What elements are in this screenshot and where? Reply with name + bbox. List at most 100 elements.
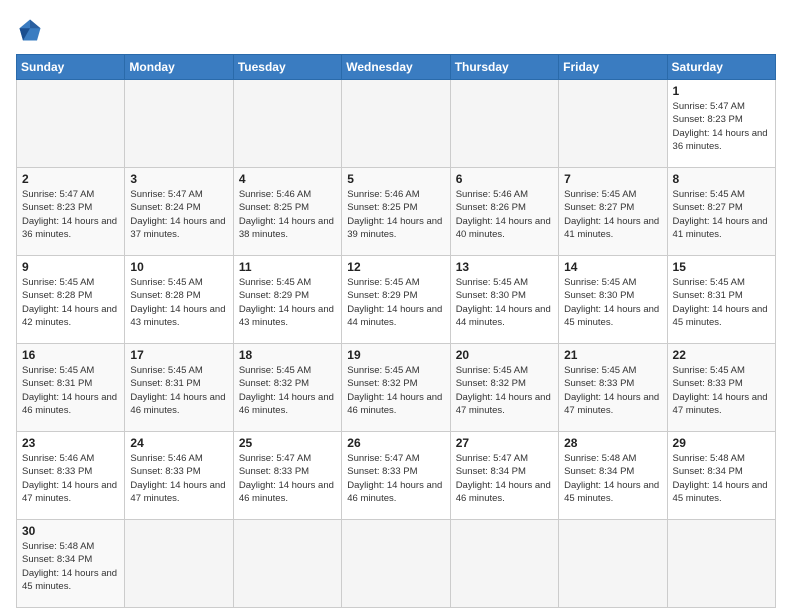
cell-details: Sunrise: 5:45 AMSunset: 8:31 PMDaylight:… [130, 364, 227, 417]
cell-details: Sunrise: 5:45 AMSunset: 8:27 PMDaylight:… [673, 188, 770, 241]
day-cell-11: 11 Sunrise: 5:45 AMSunset: 8:29 PMDayligh… [233, 256, 341, 344]
cell-details: Sunrise: 5:46 AMSunset: 8:25 PMDaylight:… [347, 188, 444, 241]
cell-details: Sunrise: 5:48 AMSunset: 8:34 PMDaylight:… [22, 540, 119, 593]
empty-cell [125, 520, 233, 608]
day-cell-16: 16 Sunrise: 5:45 AMSunset: 8:31 PMDayligh… [17, 344, 125, 432]
day-cell-21: 21Sunrise: 5:45 AMSunset: 8:33 PMDayligh… [559, 344, 667, 432]
day-cell-18: 18Sunrise: 5:45 AMSunset: 8:32 PMDayligh… [233, 344, 341, 432]
day-number: 1 [673, 84, 770, 98]
calendar-week-2: 2 Sunrise: 5:47 AMSunset: 8:23 PMDaylight… [17, 168, 776, 256]
day-number: 18 [239, 348, 336, 362]
day-number: 3 [130, 172, 227, 186]
day-header-sunday: Sunday [17, 55, 125, 80]
day-cell-22: 22Sunrise: 5:45 AMSunset: 8:33 PMDayligh… [667, 344, 775, 432]
day-cell-4: 4 Sunrise: 5:46 AMSunset: 8:25 PMDaylight… [233, 168, 341, 256]
day-number: 11 [239, 260, 336, 274]
cell-details: Sunrise: 5:45 AMSunset: 8:31 PMDaylight:… [22, 364, 119, 417]
day-number: 6 [456, 172, 553, 186]
calendar-week-6: 30 Sunrise: 5:48 AMSunset: 8:34 PMDayligh… [17, 520, 776, 608]
header [16, 16, 776, 44]
day-cell-24: 24Sunrise: 5:46 AMSunset: 8:33 PMDayligh… [125, 432, 233, 520]
empty-cell [450, 520, 558, 608]
calendar-week-4: 16 Sunrise: 5:45 AMSunset: 8:31 PMDayligh… [17, 344, 776, 432]
calendar-week-5: 23 Sunrise: 5:46 AMSunset: 8:33 PMDayligh… [17, 432, 776, 520]
logo [16, 16, 48, 44]
cell-details: Sunrise: 5:46 AMSunset: 8:33 PMDaylight:… [22, 452, 119, 505]
day-number: 29 [673, 436, 770, 450]
cell-details: Sunrise: 5:45 AMSunset: 8:33 PMDaylight:… [564, 364, 661, 417]
day-cell-10: 10Sunrise: 5:45 AMSunset: 8:28 PMDayligh… [125, 256, 233, 344]
day-number: 23 [22, 436, 119, 450]
cell-details: Sunrise: 5:45 AMSunset: 8:31 PMDaylight:… [673, 276, 770, 329]
empty-cell [667, 520, 775, 608]
cell-details: Sunrise: 5:45 AMSunset: 8:28 PMDaylight:… [22, 276, 119, 329]
day-number: 16 [22, 348, 119, 362]
empty-cell [233, 520, 341, 608]
day-number: 5 [347, 172, 444, 186]
day-cell-2: 2 Sunrise: 5:47 AMSunset: 8:23 PMDaylight… [17, 168, 125, 256]
day-number: 15 [673, 260, 770, 274]
empty-cell [233, 80, 341, 168]
day-cell-29: 29 Sunrise: 5:48 AMSunset: 8:34 PMDayligh… [667, 432, 775, 520]
cell-details: Sunrise: 5:47 AMSunset: 8:34 PMDaylight:… [456, 452, 553, 505]
day-number: 25 [239, 436, 336, 450]
day-number: 30 [22, 524, 119, 538]
day-number: 27 [456, 436, 553, 450]
cell-details: Sunrise: 5:47 AMSunset: 8:33 PMDaylight:… [239, 452, 336, 505]
cell-details: Sunrise: 5:48 AMSunset: 8:34 PMDaylight:… [564, 452, 661, 505]
page: SundayMondayTuesdayWednesdayThursdayFrid… [0, 0, 792, 612]
cell-details: Sunrise: 5:45 AMSunset: 8:28 PMDaylight:… [130, 276, 227, 329]
calendar-table: SundayMondayTuesdayWednesdayThursdayFrid… [16, 54, 776, 608]
day-number: 12 [347, 260, 444, 274]
cell-details: Sunrise: 5:46 AMSunset: 8:25 PMDaylight:… [239, 188, 336, 241]
day-cell-9: 9 Sunrise: 5:45 AMSunset: 8:28 PMDaylight… [17, 256, 125, 344]
cell-details: Sunrise: 5:45 AMSunset: 8:30 PMDaylight:… [456, 276, 553, 329]
day-number: 7 [564, 172, 661, 186]
day-number: 9 [22, 260, 119, 274]
empty-cell [450, 80, 558, 168]
cell-details: Sunrise: 5:47 AMSunset: 8:33 PMDaylight:… [347, 452, 444, 505]
cell-details: Sunrise: 5:45 AMSunset: 8:32 PMDaylight:… [347, 364, 444, 417]
day-number: 4 [239, 172, 336, 186]
cell-details: Sunrise: 5:45 AMSunset: 8:32 PMDaylight:… [456, 364, 553, 417]
day-number: 20 [456, 348, 553, 362]
day-cell-3: 3 Sunrise: 5:47 AMSunset: 8:24 PMDaylight… [125, 168, 233, 256]
day-cell-7: 7Sunrise: 5:45 AMSunset: 8:27 PMDaylight… [559, 168, 667, 256]
day-number: 13 [456, 260, 553, 274]
day-number: 17 [130, 348, 227, 362]
cell-details: Sunrise: 5:47 AMSunset: 8:24 PMDaylight:… [130, 188, 227, 241]
day-number: 28 [564, 436, 661, 450]
day-cell-19: 19Sunrise: 5:45 AMSunset: 8:32 PMDayligh… [342, 344, 450, 432]
day-number: 8 [673, 172, 770, 186]
empty-cell [125, 80, 233, 168]
empty-cell [17, 80, 125, 168]
calendar-week-3: 9 Sunrise: 5:45 AMSunset: 8:28 PMDaylight… [17, 256, 776, 344]
day-number: 26 [347, 436, 444, 450]
logo-icon [16, 16, 44, 44]
calendar-header-row: SundayMondayTuesdayWednesdayThursdayFrid… [17, 55, 776, 80]
day-cell-20: 20 Sunrise: 5:45 AMSunset: 8:32 PMDayligh… [450, 344, 558, 432]
day-cell-1: 1 Sunrise: 5:47 AMSunset: 8:23 PMDaylight… [667, 80, 775, 168]
day-cell-13: 13 Sunrise: 5:45 AMSunset: 8:30 PMDayligh… [450, 256, 558, 344]
cell-details: Sunrise: 5:45 AMSunset: 8:30 PMDaylight:… [564, 276, 661, 329]
cell-details: Sunrise: 5:48 AMSunset: 8:34 PMDaylight:… [673, 452, 770, 505]
cell-details: Sunrise: 5:45 AMSunset: 8:29 PMDaylight:… [239, 276, 336, 329]
day-cell-28: 28 Sunrise: 5:48 AMSunset: 8:34 PMDayligh… [559, 432, 667, 520]
calendar-week-1: 1 Sunrise: 5:47 AMSunset: 8:23 PMDaylight… [17, 80, 776, 168]
day-number: 2 [22, 172, 119, 186]
cell-details: Sunrise: 5:45 AMSunset: 8:29 PMDaylight:… [347, 276, 444, 329]
day-cell-14: 14Sunrise: 5:45 AMSunset: 8:30 PMDayligh… [559, 256, 667, 344]
day-cell-5: 5 Sunrise: 5:46 AMSunset: 8:25 PMDaylight… [342, 168, 450, 256]
empty-cell [559, 520, 667, 608]
day-header-tuesday: Tuesday [233, 55, 341, 80]
day-cell-25: 25 Sunrise: 5:47 AMSunset: 8:33 PMDayligh… [233, 432, 341, 520]
day-cell-23: 23 Sunrise: 5:46 AMSunset: 8:33 PMDayligh… [17, 432, 125, 520]
day-cell-8: 8 Sunrise: 5:45 AMSunset: 8:27 PMDaylight… [667, 168, 775, 256]
cell-details: Sunrise: 5:47 AMSunset: 8:23 PMDaylight:… [673, 100, 770, 153]
empty-cell [559, 80, 667, 168]
day-cell-26: 26 Sunrise: 5:47 AMSunset: 8:33 PMDayligh… [342, 432, 450, 520]
day-header-saturday: Saturday [667, 55, 775, 80]
cell-details: Sunrise: 5:47 AMSunset: 8:23 PMDaylight:… [22, 188, 119, 241]
day-cell-17: 17 Sunrise: 5:45 AMSunset: 8:31 PMDayligh… [125, 344, 233, 432]
cell-details: Sunrise: 5:46 AMSunset: 8:26 PMDaylight:… [456, 188, 553, 241]
